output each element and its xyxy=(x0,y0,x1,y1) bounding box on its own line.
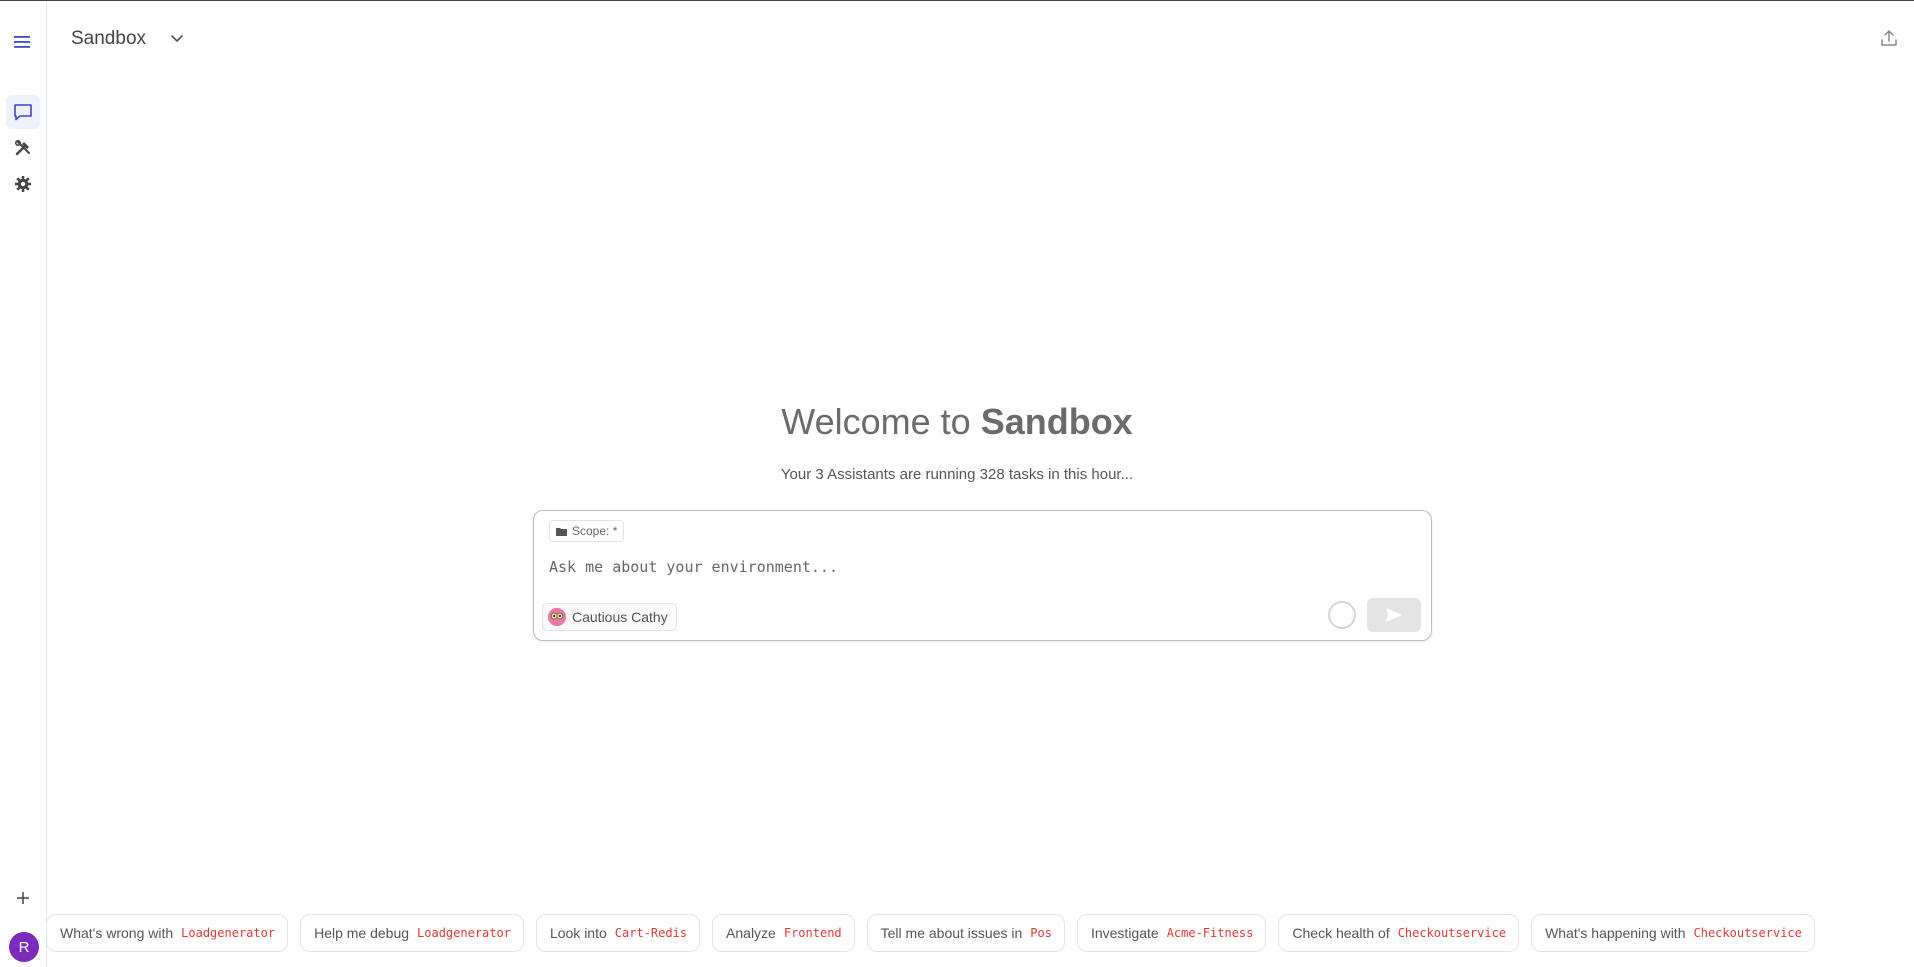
suggestion-tag: Checkoutservice xyxy=(1693,926,1802,940)
sidebar: R xyxy=(0,1,47,967)
suggestion-chip[interactable]: Tell me about issues in Pos xyxy=(866,914,1065,952)
owl-avatar-icon xyxy=(548,608,566,626)
chevron-down-icon[interactable] xyxy=(170,31,184,45)
suggestion-chip[interactable]: Help me debug Loadgenerator xyxy=(300,914,524,952)
upload-icon[interactable] xyxy=(1880,29,1898,47)
gear-icon xyxy=(15,176,31,192)
welcome-subtitle: Your 3 Assistants are running 328 tasks … xyxy=(780,466,1134,483)
suggestion-text: What's happening with xyxy=(1545,925,1686,941)
suggestion-text: What's wrong with xyxy=(60,925,174,941)
suggestion-chip[interactable]: What's happening with Checkoutservice xyxy=(1531,914,1815,952)
suggestion-text: Tell me about issues in xyxy=(880,925,1023,941)
folder-icon xyxy=(556,527,567,536)
suggestion-text: Look into xyxy=(549,925,607,941)
suggestion-tag: Acme-Fitness xyxy=(1166,926,1254,940)
suggestion-text: Check health of xyxy=(1292,925,1390,941)
suggestion-tag: Pos xyxy=(1030,926,1052,940)
plus-icon xyxy=(17,892,29,904)
suggestion-chip[interactable]: Analyze Frontend xyxy=(712,914,855,952)
sidebar-item-chat[interactable] xyxy=(6,95,40,129)
new-chat-button[interactable] xyxy=(13,889,33,909)
menu-icon xyxy=(14,36,30,48)
top-bar: Sandbox xyxy=(46,1,1914,81)
chat-composer: Scope: * Cautious Cathy xyxy=(533,510,1432,641)
suggestion-list: What's wrong with Loadgenerator Help me … xyxy=(46,914,1914,954)
suggestion-chip[interactable]: What's wrong with Loadgenerator xyxy=(46,914,289,952)
avatar[interactable]: R xyxy=(9,932,39,962)
scope-chip[interactable]: Scope: * xyxy=(549,520,625,542)
suggestion-tag: Loadgenerator xyxy=(417,926,511,940)
workspace-name[interactable]: Sandbox xyxy=(71,28,146,50)
welcome-workspace-name: Sandbox xyxy=(980,401,1133,442)
tools-icon xyxy=(14,139,30,156)
suggestion-tag: Loadgenerator xyxy=(181,926,276,940)
assistant-selector[interactable]: Cautious Cathy xyxy=(542,603,677,631)
suggestion-tag: Checkoutservice xyxy=(1397,926,1507,940)
suggestion-chip[interactable]: Check health of Checkoutservice xyxy=(1278,914,1520,952)
suggestion-text: Help me debug xyxy=(314,925,410,941)
prompt-input[interactable] xyxy=(549,553,1349,581)
suggestion-chip[interactable]: Look into Cart-Redis xyxy=(535,914,701,952)
suggestion-text: Investigate xyxy=(1090,925,1159,941)
sidebar-item-settings[interactable] xyxy=(6,167,40,201)
progress-ring-icon xyxy=(1328,601,1356,629)
scope-label: Scope: * xyxy=(572,524,618,538)
send-button[interactable] xyxy=(1367,598,1421,632)
welcome-prefix: Welcome to xyxy=(781,401,981,442)
chat-icon xyxy=(14,104,32,121)
suggestion-tag: Cart-Redis xyxy=(614,926,688,940)
suggestion-tag: Frontend xyxy=(783,926,842,940)
assistant-name: Cautious Cathy xyxy=(572,609,668,625)
send-icon xyxy=(1386,608,1402,622)
suggestion-text: Analyze xyxy=(726,925,776,941)
suggestion-chip[interactable]: Investigate Acme-Fitness xyxy=(1076,914,1267,952)
welcome-heading: Welcome to Sandbox xyxy=(0,401,1914,443)
avatar-initial: R xyxy=(18,938,30,956)
sidebar-item-tools[interactable] xyxy=(6,131,40,165)
menu-button[interactable] xyxy=(6,25,40,59)
